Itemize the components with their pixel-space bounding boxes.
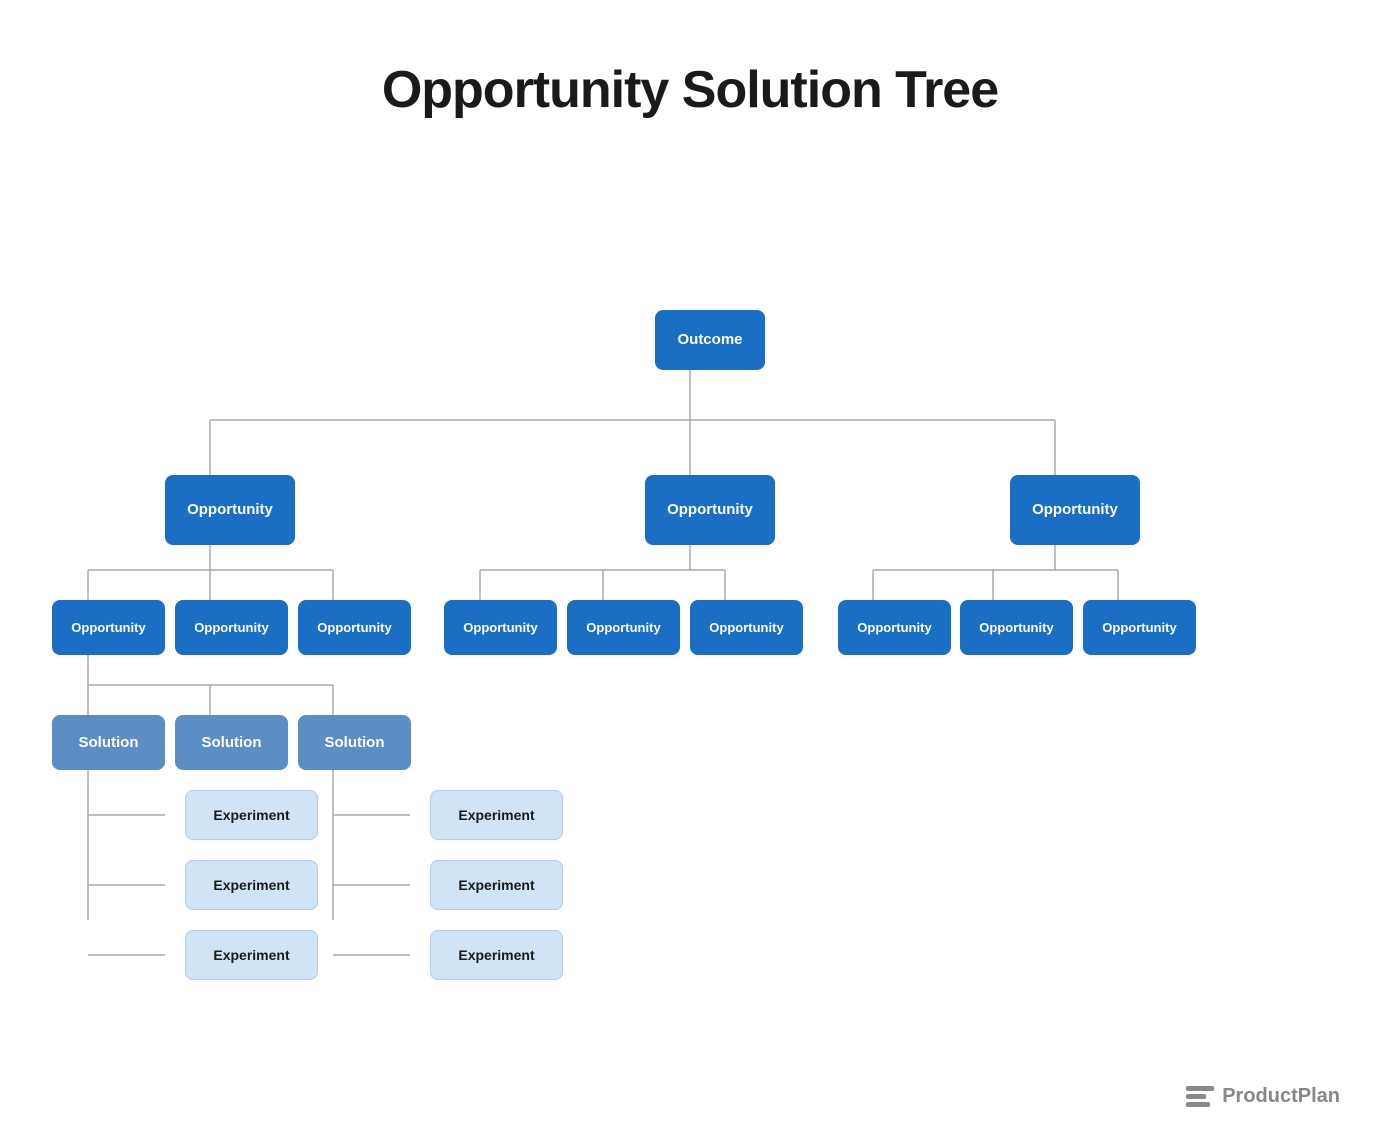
- logo-icon: [1186, 1086, 1214, 1107]
- solution-3: Solution: [298, 715, 411, 770]
- experiment-right-1: Experiment: [430, 790, 563, 840]
- opportunity-l2-mid-2: Opportunity: [567, 600, 680, 655]
- experiment-right-2: Experiment: [430, 860, 563, 910]
- experiment-left-2: Experiment: [185, 860, 318, 910]
- opportunity-l1-left: Opportunity: [165, 475, 295, 545]
- experiment-right-3: Experiment: [430, 930, 563, 980]
- opportunity-l2-left-3: Opportunity: [298, 600, 411, 655]
- productplan-text: ProductPlan: [1222, 1085, 1340, 1108]
- solution-1: Solution: [52, 715, 165, 770]
- opportunity-l2-right-1: Opportunity: [838, 600, 951, 655]
- opportunity-l2-right-3: Opportunity: [1083, 600, 1196, 655]
- solution-2: Solution: [175, 715, 288, 770]
- productplan-logo: ProductPlan: [1186, 1085, 1340, 1108]
- opportunity-l2-mid-1: Opportunity: [444, 600, 557, 655]
- opportunity-l1-mid: Opportunity: [645, 475, 775, 545]
- page-title: Opportunity Solution Tree: [0, 0, 1380, 170]
- tree-container: Outcome Opportunity Opportunity Opportun…: [0, 170, 1380, 1040]
- opportunity-l1-right: Opportunity: [1010, 475, 1140, 545]
- opportunity-l2-mid-3: Opportunity: [690, 600, 803, 655]
- opportunity-l2-left-2: Opportunity: [175, 600, 288, 655]
- outcome-node: Outcome: [655, 310, 765, 370]
- experiment-left-3: Experiment: [185, 930, 318, 980]
- experiment-left-1: Experiment: [185, 790, 318, 840]
- opportunity-l2-right-2: Opportunity: [960, 600, 1073, 655]
- opportunity-l2-left-1: Opportunity: [52, 600, 165, 655]
